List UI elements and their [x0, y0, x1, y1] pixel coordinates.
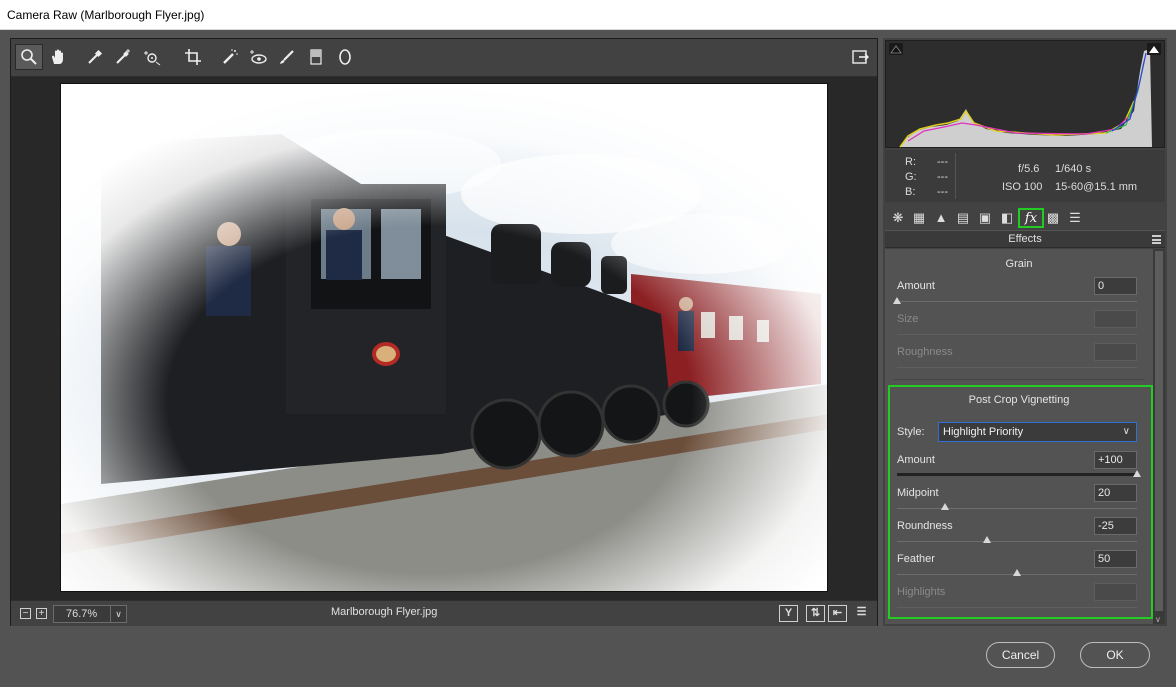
grain-amount-field[interactable]: 0: [1094, 277, 1137, 295]
shutter-value: 1/640 s: [1055, 163, 1092, 175]
hsl-tab-icon[interactable]: ▤: [953, 208, 973, 228]
tone-curve-tab-icon[interactable]: ▦: [909, 208, 929, 228]
crop-icon[interactable]: [179, 44, 207, 70]
open-preferences-icon[interactable]: [846, 44, 874, 70]
white-balance-icon[interactable]: [81, 44, 109, 70]
hand-tool-icon[interactable]: [44, 44, 72, 70]
lens-corrections-tab-icon[interactable]: ◧: [997, 208, 1017, 228]
zoom-level-value: 76.7%: [66, 608, 98, 620]
g-value: ---: [937, 171, 948, 183]
window-title: Camera Raw (Marlborough Flyer.jpg): [0, 0, 1176, 30]
panel-tabs: ❋ ▦ ▲ ▤ ▣ ◧ fx ▩ ☰: [885, 206, 1165, 230]
zoom-tool-icon[interactable]: [15, 44, 43, 70]
color-sampler-icon[interactable]: [109, 44, 137, 70]
b-value: ---: [937, 186, 948, 198]
highlight-clipping-icon[interactable]: [1147, 43, 1161, 55]
camera-calibration-tab-icon[interactable]: ▩: [1043, 208, 1063, 228]
section-divider: [893, 379, 1145, 380]
copy-settings-icon[interactable]: ⇤: [828, 605, 847, 622]
toggle-settings-icon[interactable]: ☰: [852, 605, 871, 622]
grain-amount-slider-thumb[interactable]: [893, 297, 901, 304]
radial-filter-icon[interactable]: [331, 44, 359, 70]
status-bar: − + 76.7% ∨ Marlborough Flyer.jpg Y ⇅ ⇤ …: [11, 600, 877, 626]
split-toning-tab-icon[interactable]: ▣: [975, 208, 995, 228]
ok-button[interactable]: OK: [1080, 642, 1150, 668]
before-after-view-button[interactable]: Y: [779, 605, 798, 622]
swap-before-after-icon[interactable]: ⇅: [806, 605, 825, 622]
panel-title: Effects: [1008, 233, 1042, 245]
grain-roughness-label: Roughness: [897, 346, 953, 358]
lens-value: 15-60@15.1 mm: [1055, 181, 1138, 193]
red-eye-icon[interactable]: [244, 44, 272, 70]
readout-divider: [955, 153, 956, 199]
basic-tab-icon[interactable]: ❋: [888, 208, 908, 228]
grain-size-slider: [897, 334, 1137, 335]
presets-tab-icon[interactable]: ☰: [1065, 208, 1085, 228]
detail-tab-icon[interactable]: ▲: [931, 208, 951, 228]
spot-removal-icon[interactable]: [216, 44, 244, 70]
grain-amount-label: Amount: [897, 280, 935, 292]
targeted-adjustment-icon[interactable]: [138, 44, 166, 70]
panel-header: Effects: [885, 230, 1165, 248]
grain-size-field: [1094, 310, 1137, 328]
shadow-clipping-icon[interactable]: [889, 43, 903, 55]
panel-menu-icon[interactable]: [1152, 235, 1161, 244]
cancel-button[interactable]: Cancel: [986, 642, 1055, 668]
tool-bar: [11, 39, 877, 77]
aperture-value: f/5.6: [1018, 163, 1040, 175]
train-photo: [61, 84, 827, 591]
chevron-down-icon: ∨: [110, 606, 126, 622]
panel-scrollbar-thumb[interactable]: [1155, 251, 1163, 611]
image-workspace: − + 76.7% ∨ Marlborough Flyer.jpg Y ⇅ ⇤ …: [10, 38, 878, 626]
scroll-down-icon[interactable]: ∨: [1155, 615, 1161, 624]
grain-size-label: Size: [897, 313, 919, 325]
image-preview[interactable]: [60, 83, 828, 592]
vignetting-highlight-box: [888, 385, 1153, 619]
zoom-out-button[interactable]: −: [20, 608, 31, 619]
panel-scrollbar[interactable]: ∨: [1153, 249, 1165, 624]
grain-roughness-slider: [897, 367, 1137, 368]
r-value: ---: [937, 156, 948, 168]
adjustment-brush-icon[interactable]: [273, 44, 301, 70]
grain-roughness-field: [1094, 343, 1137, 361]
histogram-graph: [899, 49, 1152, 148]
effects-tab-icon[interactable]: fx: [1018, 208, 1044, 228]
zoom-level-select[interactable]: 76.7% ∨: [53, 605, 127, 623]
grain-section-title: Grain: [1005, 258, 1033, 270]
zoom-in-button[interactable]: +: [36, 608, 47, 619]
grain-amount-slider[interactable]: [897, 301, 1137, 302]
iso-value: ISO 100: [1002, 181, 1043, 193]
file-name: Marlborough Flyer.jpg: [331, 606, 438, 618]
graduated-filter-icon[interactable]: [302, 44, 330, 70]
histogram: [885, 40, 1165, 148]
readout-info: R: --- G: --- B: --- f/5.6 1/640 s ISO 1…: [885, 150, 1165, 202]
